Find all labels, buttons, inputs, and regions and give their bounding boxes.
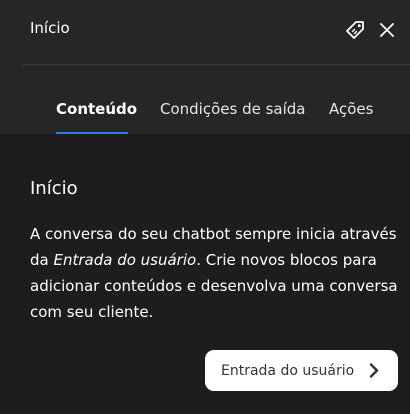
tab-condicoes-de-saida[interactable]: Condições de saída [160, 100, 306, 118]
close-icon [378, 21, 396, 43]
description-emphasis: Entrada do usuário [53, 251, 197, 269]
section-title: Início [30, 178, 78, 199]
flow-block-panel: Início Conteúdo Condições de saída Ações [0, 0, 410, 414]
panel-header: Início [0, 0, 410, 66]
tab-conteudo[interactable]: Conteúdo [56, 100, 137, 118]
description-text: A conversa do seu chatbot sempre inicia … [30, 221, 405, 325]
entry-button-label: Entrada do usuário [221, 362, 355, 379]
tag-button[interactable] [343, 20, 367, 44]
active-tab-indicator [56, 132, 128, 134]
chevron-right-icon [366, 362, 382, 379]
close-button[interactable] [375, 20, 399, 44]
tab-bar: Conteúdo Condições de saída Ações [0, 66, 410, 134]
header-divider [22, 64, 410, 65]
tab-acoes[interactable]: Ações [329, 100, 373, 118]
entrada-do-usuario-button[interactable]: Entrada do usuário [205, 350, 398, 391]
tag-icon [344, 19, 366, 45]
panel-title: Início [30, 19, 70, 37]
